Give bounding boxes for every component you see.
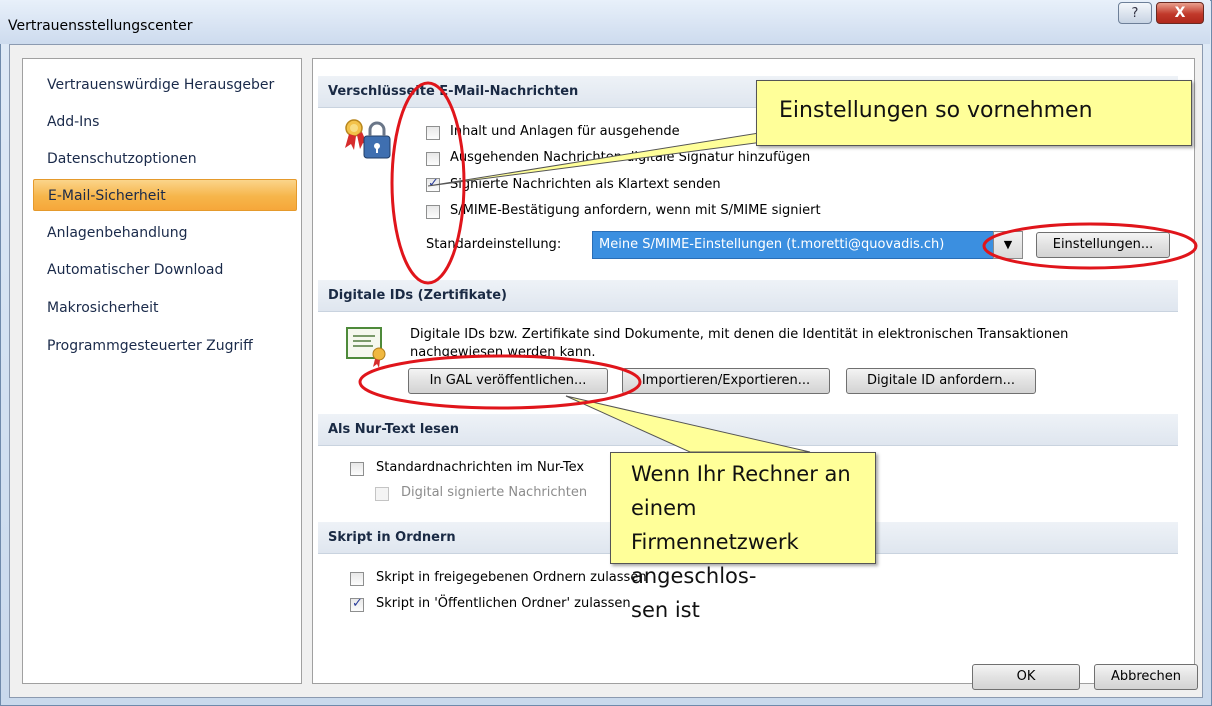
section-plain-text: Als Nur-Text lesen	[318, 414, 1178, 446]
nav-item-privacy[interactable]: Datenschutzoptionen	[33, 143, 297, 175]
settings-button[interactable]: Einstellungen...	[1036, 232, 1170, 258]
ok-button[interactable]: OK	[972, 664, 1080, 690]
nav-item-add-ins[interactable]: Add-Ins	[33, 106, 297, 138]
smime-receipt-checkbox[interactable]	[426, 205, 440, 219]
nav-item-auto-download[interactable]: Automatischer Download	[33, 254, 297, 286]
script-public-folders-checkbox[interactable]	[350, 596, 364, 612]
plain-text-signed-checkbox	[375, 487, 389, 501]
callout-network-hint: Wenn Ihr Rechner an einem Firmennetzwerk…	[610, 452, 876, 622]
nav-item-programmatic-access[interactable]: Programmgesteuerter Zugriff	[33, 330, 297, 362]
title-bar: Vertrauensstellungscenter ? X	[0, 0, 1210, 44]
certificate-lock-icon	[345, 119, 391, 159]
digital-ids-description-line2: nachgewiesen werden kann.	[410, 345, 596, 360]
add-signature-label: Ausgehenden Nachrichten digitale Signatu…	[450, 150, 811, 165]
plain-text-standard-label: Standardnachrichten im Nur-Tex	[376, 460, 585, 475]
nav-item-trusted-publishers[interactable]: Vertrauenswürdige Herausgeber	[33, 69, 297, 101]
plain-text-signed-label: Digital signierte Nachrichten	[401, 485, 588, 500]
default-setting-label: Standardeinstellung:	[426, 237, 562, 252]
encrypt-content-label: Inhalt und Anlagen für ausgehende	[450, 124, 680, 139]
chevron-down-icon[interactable]: ▼	[993, 231, 1023, 259]
section-digital-ids: Digitale IDs (Zertifikate)	[318, 280, 1178, 312]
help-button[interactable]: ?	[1118, 2, 1152, 24]
script-shared-folders-checkbox[interactable]	[350, 572, 364, 586]
clear-text-checkbox[interactable]	[426, 176, 440, 192]
certificate-document-icon	[346, 327, 386, 368]
nav-item-attachments[interactable]: Anlagenbehandlung	[33, 217, 297, 249]
nav-item-email-security[interactable]: E-Mail-Sicherheit	[33, 179, 297, 211]
cancel-button[interactable]: Abbrechen	[1094, 664, 1198, 690]
encrypt-content-checkbox[interactable]	[426, 126, 440, 140]
callout-settings-hint: Einstellungen so vornehmen	[756, 80, 1192, 146]
category-nav: Vertrauenswürdige Herausgeber Add-Ins Da…	[22, 58, 302, 684]
nav-item-macro-security[interactable]: Makrosicherheit	[33, 292, 297, 324]
plain-text-standard-checkbox[interactable]	[350, 462, 364, 476]
close-button[interactable]: X	[1156, 2, 1204, 24]
window-title: Vertrauensstellungscenter	[8, 18, 193, 34]
add-signature-checkbox[interactable]	[426, 152, 440, 166]
script-public-folders-label: Skript in 'Öffentlichen Ordner' zulassen	[376, 596, 631, 611]
script-shared-folders-label: Skript in freigegebenen Ordnern zulassen	[376, 570, 647, 585]
callout-network-line3: sen ist	[631, 598, 700, 622]
callout-network-line2: Firmennetzwerk angeschlos-	[631, 530, 799, 588]
callout-network-line1: Wenn Ihr Rechner an einem	[631, 462, 851, 520]
import-export-button[interactable]: Importieren/Exportieren...	[622, 368, 830, 394]
clear-text-label: Signierte Nachrichten als Klartext sende…	[450, 177, 721, 192]
smime-receipt-label: S/MIME-Bestätigung anfordern, wenn mit S…	[450, 203, 821, 218]
default-setting-dropdown[interactable]: Meine S/MIME-Einstellungen (t.moretti@qu…	[592, 231, 1004, 259]
publish-gal-button[interactable]: In GAL veröffentlichen...	[408, 368, 608, 394]
request-digital-id-button[interactable]: Digitale ID anfordern...	[846, 368, 1036, 394]
digital-ids-description-line1: Digitale IDs bzw. Zertifikate sind Dokum…	[410, 327, 1069, 342]
